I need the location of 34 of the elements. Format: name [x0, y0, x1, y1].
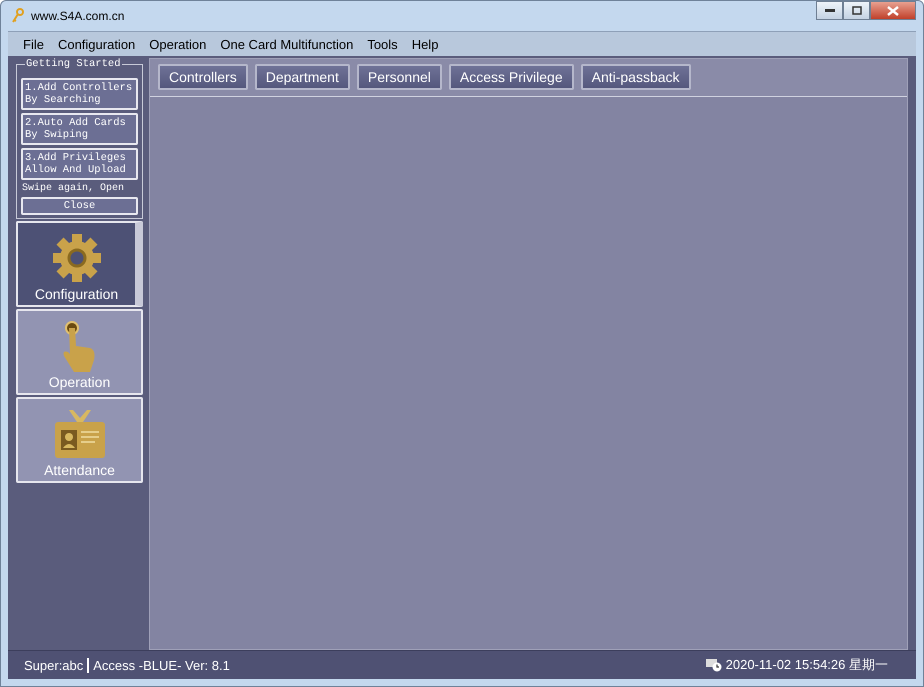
nav-item[interactable]: Attendance [16, 397, 143, 483]
hint-text: Swipe again, Open [21, 183, 126, 194]
tab-button[interactable]: Department [254, 64, 350, 90]
user-label: Super:abc [24, 658, 84, 672]
menu-item[interactable]: One Card Multifunction [213, 36, 360, 52]
tab-button[interactable]: Anti-passback [580, 64, 691, 90]
id-badge-icon [52, 408, 106, 460]
close-button[interactable] [870, 1, 916, 20]
panel-title: Getting Started [25, 58, 122, 70]
tab-button[interactable]: Controllers [158, 64, 248, 90]
nav-item[interactable]: Configuration [16, 221, 143, 307]
window-title: www.S4A.com.cn [31, 9, 124, 23]
step-button[interactable]: 2.Auto Add Cards By Swiping [21, 113, 138, 145]
tab-button[interactable]: Personnel [356, 64, 442, 90]
step-button[interactable]: 1.Add Controllers By Searching [21, 78, 138, 110]
nav-item[interactable]: Operation [16, 309, 143, 395]
gear-icon [50, 232, 102, 284]
tab-button[interactable]: Access Privilege [448, 64, 574, 90]
menu-item[interactable]: Configuration [50, 36, 142, 52]
minimize-icon [824, 9, 834, 12]
clock-monitor-icon [706, 658, 722, 672]
minimize-button[interactable] [816, 1, 843, 20]
key-icon [11, 8, 25, 24]
maximize-icon [852, 6, 862, 15]
menu-item[interactable]: Help [404, 36, 446, 52]
date-time-label: 2020-11-02 15:54:26 星期一 [726, 656, 888, 674]
close-button[interactable]: Close [21, 197, 138, 215]
version-label: Access -BLUE- Ver: 8.1 [87, 658, 230, 672]
menu-item[interactable]: Operation [142, 36, 214, 52]
step-button[interactable]: 3.Add Privileges Allow And Upload [21, 148, 138, 180]
close-icon [887, 6, 899, 16]
maximize-button[interactable] [843, 1, 870, 20]
menu-item[interactable]: File [16, 36, 51, 52]
menu-item[interactable]: Tools [360, 36, 405, 52]
